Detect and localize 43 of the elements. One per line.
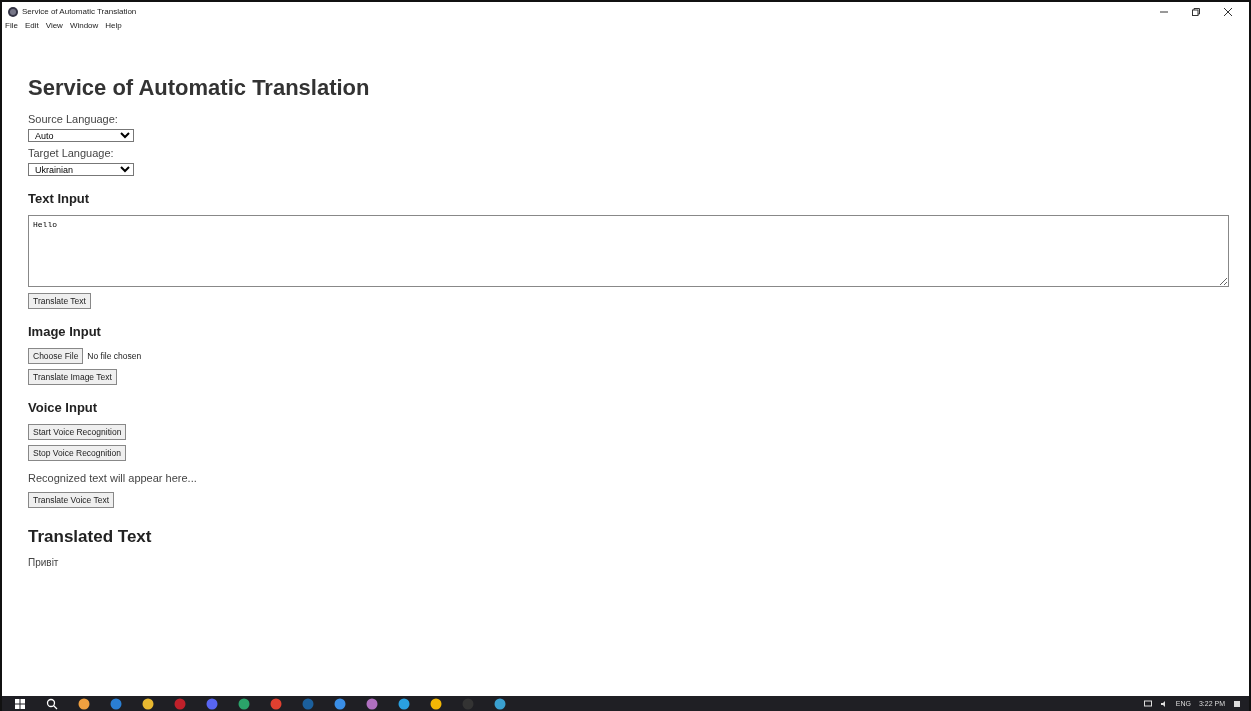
menu-item[interactable]: Edit [24,20,39,30]
notification-icon[interactable] [1233,699,1241,708]
window-title: Service of Automatic Translation [22,7,138,16]
menu-item[interactable]: Help [105,20,122,30]
app-icon[interactable] [238,697,250,710]
app-icon[interactable] [398,697,410,710]
page-heading: Service of Automatic Translation [28,75,370,101]
network-icon[interactable] [1143,699,1152,708]
menu-item[interactable]: Window [69,20,99,30]
section-heading: Image Input [28,324,101,339]
text-input-field[interactable]: Hello [28,215,1229,287]
file-status: No file chosen [87,351,142,361]
app-icon[interactable] [494,697,506,710]
field-label: Target Language: [28,147,114,159]
menu-item[interactable]: File [5,20,18,30]
field-label: Source Language: [28,113,118,125]
menu-item[interactable]: View [45,20,63,30]
voice-recognition-button[interactable]: Stop Voice Recognition [28,445,126,461]
search-icon[interactable] [46,697,58,710]
app-icon[interactable] [430,697,442,710]
app-icon[interactable] [78,697,90,710]
app-icon [8,6,18,17]
windows-logo-icon[interactable] [14,697,26,710]
app-icon[interactable] [334,697,346,710]
app-icon[interactable] [270,697,282,710]
volume-icon[interactable] [1159,699,1168,708]
section-heading: Text Input [28,191,90,206]
app-icon[interactable] [110,697,122,710]
app-icon[interactable] [142,697,154,710]
translate-text-button[interactable]: Translate Text [28,293,91,309]
section-heading: Voice Input [28,400,98,415]
app-icon[interactable] [366,697,378,710]
source-language-select[interactable]: Auto [28,129,134,142]
section-heading: Translated Text [28,527,152,547]
translated-text: Привіт [28,557,59,568]
voice-recognition-button[interactable]: Start Voice Recognition [28,424,127,440]
restore-icon[interactable] [1191,6,1201,17]
recognized-text: Recognized text will appear here... [28,472,197,484]
translate-image-button[interactable]: Translate Image Text [28,369,117,385]
target-language-select[interactable]: Ukrainian [28,163,134,176]
translate-voice-button[interactable]: Translate Voice Text [28,492,115,508]
choose-file-button[interactable]: Choose File [28,348,84,364]
close-icon[interactable] [1223,6,1233,17]
